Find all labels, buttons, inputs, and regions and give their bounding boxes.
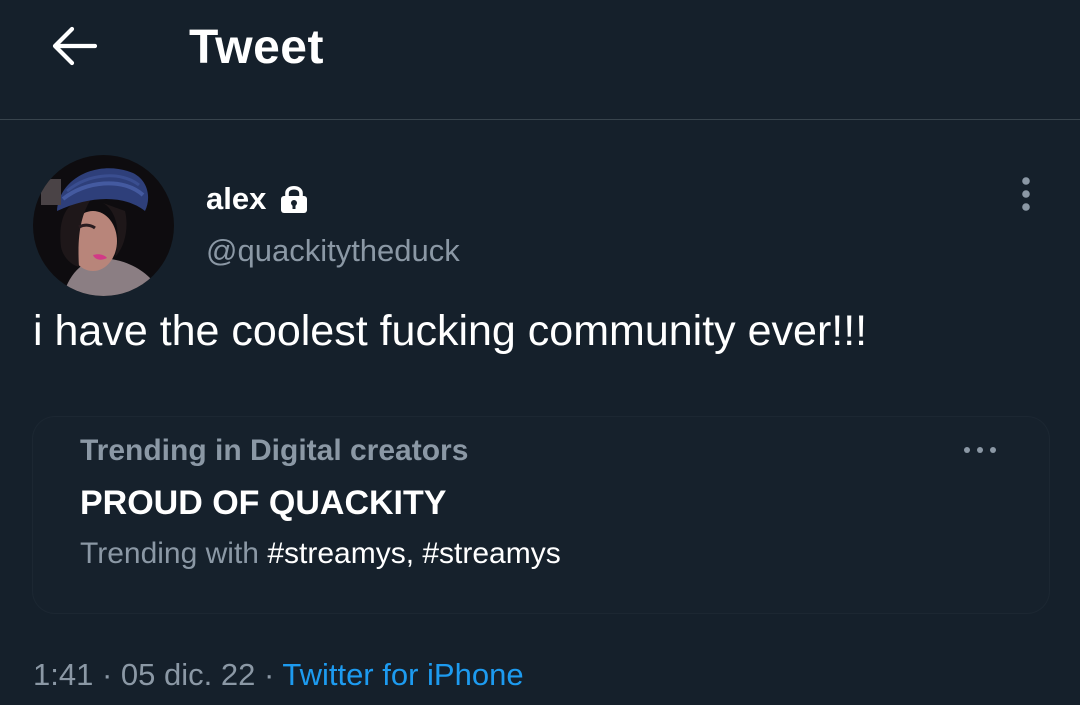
more-horizontal-icon bbox=[964, 447, 996, 453]
trend-with-label: Trending with bbox=[80, 537, 259, 570]
tweet-date[interactable]: 05 dic. 22 bbox=[121, 657, 255, 692]
meta-separator: · bbox=[93, 657, 121, 692]
page-title: Tweet bbox=[189, 21, 324, 74]
arrow-left-icon bbox=[52, 26, 97, 66]
trend-context: Trending in Digital creators bbox=[80, 434, 469, 467]
display-name-text: alex bbox=[206, 181, 267, 216]
trend-hashtags-line: Trending with #streamys, #streamys bbox=[80, 535, 561, 573]
tweet-more-button[interactable] bbox=[1006, 172, 1046, 216]
more-vertical-icon bbox=[1022, 177, 1030, 211]
top-bar: Tweet bbox=[0, 0, 1080, 120]
tweet-text: i have the coolest fucking community eve… bbox=[33, 307, 868, 355]
tweet-source-link[interactable]: Twitter for iPhone bbox=[282, 657, 523, 692]
profile-photo bbox=[33, 155, 174, 296]
avatar[interactable] bbox=[33, 155, 174, 296]
trend-more-button[interactable] bbox=[958, 439, 1002, 461]
trend-card[interactable]: Trending in Digital creators PROUD OF QU… bbox=[33, 417, 1049, 613]
trend-name: PROUD OF QUACKITY bbox=[80, 484, 447, 522]
back-button[interactable] bbox=[48, 20, 100, 72]
lock-icon bbox=[280, 184, 308, 214]
tweet-meta: 1:41 · 05 dic. 22 · Twitter for iPhone bbox=[33, 655, 524, 695]
trend-hashtags[interactable]: #streamys, #streamys bbox=[267, 537, 560, 570]
meta-separator: · bbox=[255, 657, 283, 692]
tweet-time[interactable]: 1:41 bbox=[33, 657, 93, 692]
author-handle[interactable]: @quackitytheduck bbox=[206, 232, 460, 270]
author-name[interactable]: alex bbox=[206, 180, 308, 218]
